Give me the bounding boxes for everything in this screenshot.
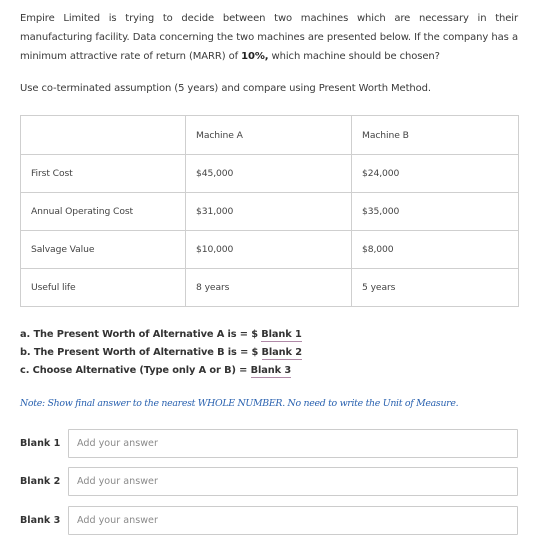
machine-a-value: $10,000 (185, 230, 352, 269)
header-cell-machine-a: Machine A (185, 115, 352, 155)
blank-1-input[interactable] (68, 429, 518, 458)
machine-a-value: 8 years (185, 268, 352, 307)
row-label: First Cost (20, 154, 186, 193)
machine-data-table: Machine A Machine B First Cost $45,000 $… (20, 115, 519, 307)
row-label: Salvage Value (20, 230, 186, 269)
machine-b-value: 5 years (351, 268, 519, 307)
blank-1-link[interactable]: Blank 1 (261, 329, 302, 342)
answer-label: Blank 2 (20, 476, 61, 487)
table-row: Salvage Value $10,000 $8,000 (20, 230, 519, 269)
table-row: First Cost $45,000 $24,000 (20, 154, 519, 193)
question-b: b. The Present Worth of Alternative B is… (20, 344, 302, 362)
question-c: c. Choose Alternative (Type only A or B)… (20, 362, 302, 380)
row-label: Annual Operating Cost (20, 192, 186, 231)
answer-row-1: Blank 1 (20, 429, 518, 458)
table-row: Annual Operating Cost $31,000 $35,000 (20, 192, 519, 231)
blank-3-input[interactable] (68, 506, 518, 535)
row-label: Useful life (20, 268, 186, 307)
note-text: Note: Show final answer to the nearest W… (20, 398, 459, 409)
question-c-text: c. Choose Alternative (Type only A or B)… (20, 365, 251, 376)
blank-2-link[interactable]: Blank 2 (261, 347, 302, 360)
question-b-text: b. The Present Worth of Alternative B is… (20, 347, 262, 358)
question-list: a. The Present Worth of Alternative A is… (20, 326, 302, 380)
question-a: a. The Present Worth of Alternative A is… (20, 326, 302, 344)
answer-label: Blank 1 (20, 438, 61, 449)
answer-row-3: Blank 3 (20, 506, 518, 535)
header-cell-machine-b: Machine B (351, 115, 519, 155)
marr-value: 10%, (241, 51, 269, 62)
blank-2-input[interactable] (68, 467, 518, 496)
machine-a-value: $31,000 (185, 192, 352, 231)
instruction-text: Use co-terminated assumption (5 years) a… (20, 83, 432, 94)
table-header-row: Machine A Machine B (20, 115, 519, 155)
machine-b-value: $24,000 (351, 154, 519, 193)
machine-b-value: $35,000 (351, 192, 519, 231)
question-a-text: a. The Present Worth of Alternative A is… (20, 329, 262, 340)
table-row: Useful life 8 years 5 years (20, 268, 519, 307)
blank-3-link[interactable]: Blank 3 (250, 365, 291, 378)
header-cell-empty (20, 115, 186, 155)
answer-label: Blank 3 (20, 515, 61, 526)
machine-b-value: $8,000 (351, 230, 519, 269)
answer-row-2: Blank 2 (20, 467, 518, 496)
problem-text-end: which machine should be chosen? (268, 51, 440, 62)
problem-statement: Empire Limited is trying to decide betwe… (20, 9, 518, 66)
machine-a-value: $45,000 (185, 154, 352, 193)
